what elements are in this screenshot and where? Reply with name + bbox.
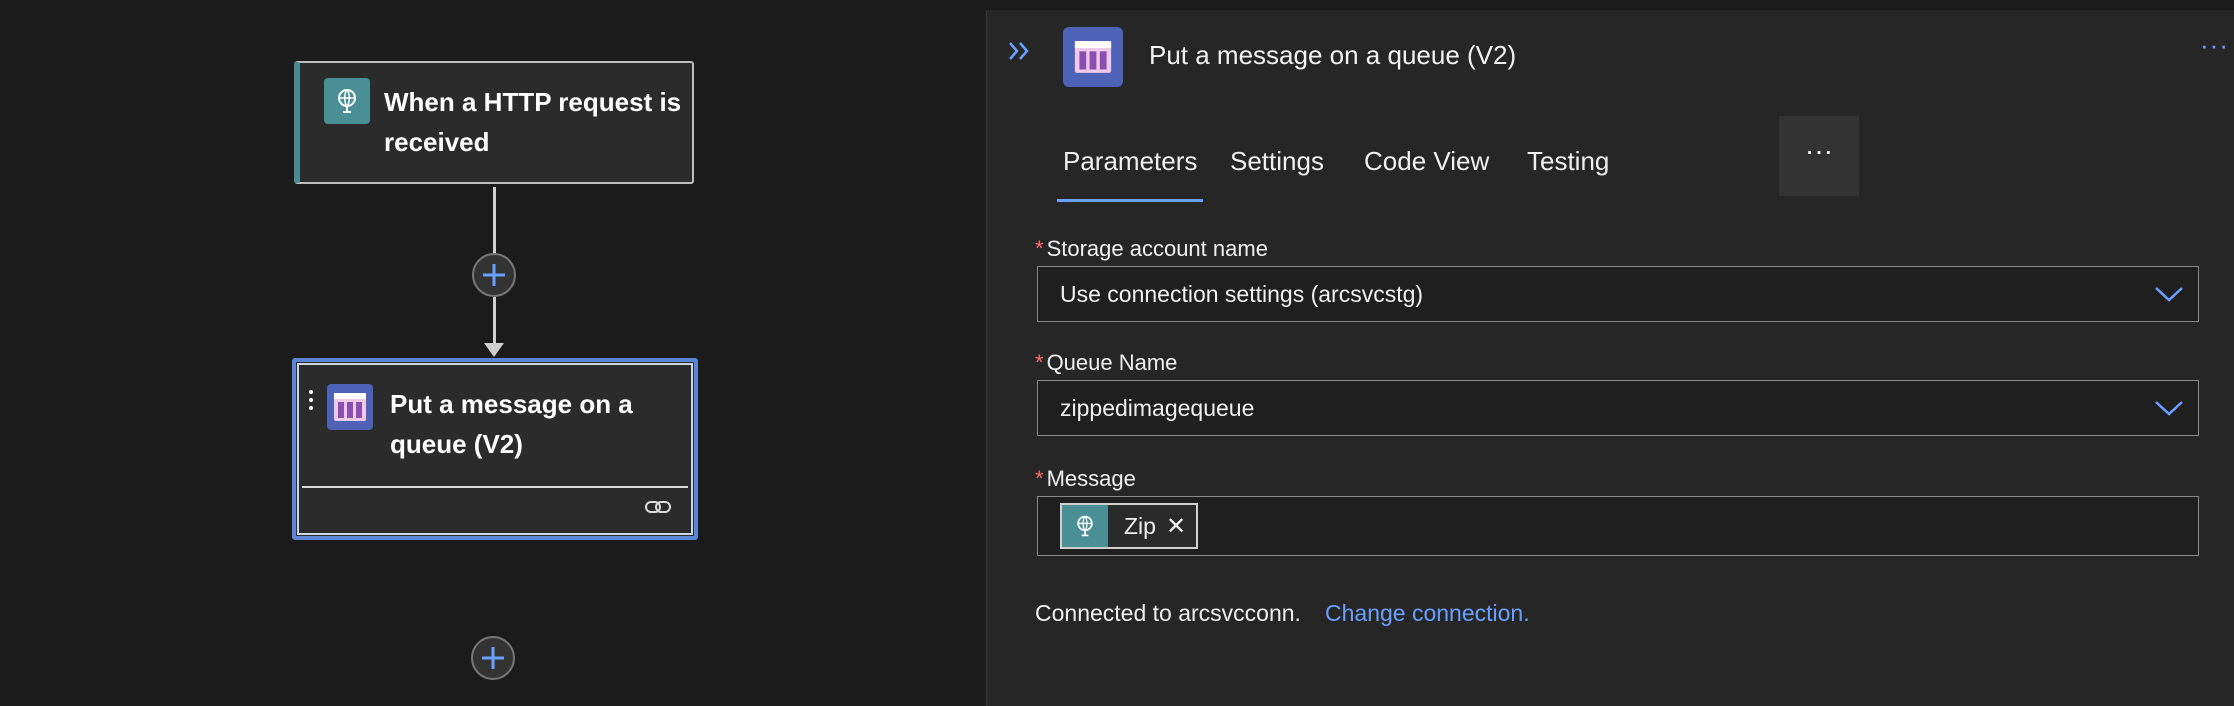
- designer-canvas[interactable]: When a HTTP request is received Put a me…: [0, 0, 986, 706]
- panel-title[interactable]: Put a message on a queue (V2): [1149, 40, 1516, 71]
- required-marker: *: [1035, 236, 1044, 261]
- storage-account-label: * Storage account name: [1035, 236, 1268, 262]
- trigger-title: When a HTTP request is received: [384, 87, 682, 157]
- double-chevron-right-icon[interactable]: [1007, 38, 1033, 68]
- connector-line-lower: [493, 297, 496, 345]
- chevron-down-icon[interactable]: [2140, 267, 2198, 321]
- ellipsis-icon[interactable]: ···: [2200, 30, 2229, 61]
- link-icon[interactable]: [644, 497, 672, 522]
- tab-settings[interactable]: Settings: [1230, 116, 1324, 206]
- storage-account-value: Use connection settings (arcsvcstg): [1060, 281, 1424, 307]
- close-icon[interactable]: ✕: [1166, 512, 1196, 541]
- message-input[interactable]: Zip ✕: [1037, 496, 2199, 556]
- connector-line-upper: [493, 187, 496, 254]
- add-step-button-bottom[interactable]: [471, 636, 515, 680]
- tab-parameters[interactable]: Parameters: [1056, 116, 1204, 206]
- queue-name-label: * Queue Name: [1035, 350, 1177, 376]
- trigger-node[interactable]: When a HTTP request is received: [294, 61, 694, 184]
- token-label: Zip: [1124, 512, 1156, 539]
- node-divider: [302, 486, 688, 488]
- queue-name-value: zippedimagequeue: [1060, 395, 1255, 421]
- tabs-more-button[interactable]: ···: [1779, 116, 1859, 196]
- http-request-icon: [324, 78, 370, 124]
- message-label-text: Message: [1046, 466, 1136, 491]
- add-step-button[interactable]: [472, 253, 516, 297]
- action-node[interactable]: Put a message on a queue (V2): [292, 358, 698, 540]
- storage-queue-icon: [1063, 27, 1123, 87]
- queue-name-label-text: Queue Name: [1046, 350, 1178, 375]
- plus-icon: [482, 647, 504, 669]
- action-title: Put a message on a queue (V2): [390, 389, 633, 459]
- storage-account-dropdown[interactable]: Use connection settings (arcsvcstg): [1037, 266, 2199, 322]
- change-connection-link[interactable]: Change connection.: [1325, 600, 1530, 627]
- connector-arrow: [484, 343, 504, 357]
- tab-testing[interactable]: Testing: [1527, 116, 1609, 206]
- queue-name-dropdown[interactable]: zippedimagequeue: [1037, 380, 2199, 436]
- storage-account-label-text: Storage account name: [1046, 236, 1268, 261]
- message-label: * Message: [1035, 466, 1136, 492]
- tab-code-view[interactable]: Code View: [1364, 116, 1489, 206]
- dynamic-content-token[interactable]: Zip ✕: [1060, 503, 1199, 549]
- connection-status: Connected to arcsvcconn.: [1035, 600, 1301, 626]
- storage-queue-icon: [327, 384, 373, 430]
- action-details-panel: Put a message on a queue (V2) ··· Parame…: [986, 10, 2234, 706]
- required-marker: *: [1035, 350, 1044, 375]
- http-request-icon: [1062, 505, 1108, 547]
- plus-icon: [483, 264, 505, 286]
- chevron-down-icon[interactable]: [2140, 381, 2198, 435]
- required-marker: *: [1035, 466, 1044, 491]
- drag-handle-icon[interactable]: [308, 390, 314, 420]
